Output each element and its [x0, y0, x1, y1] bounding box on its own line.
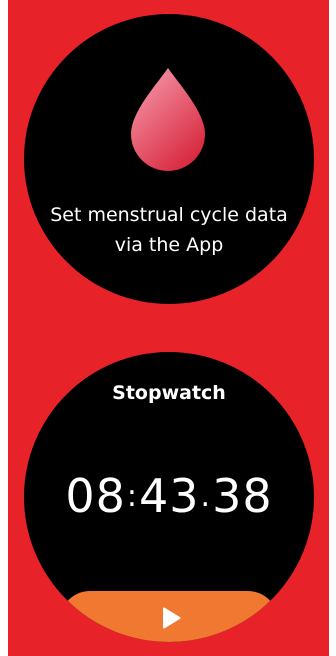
stopwatch-title: Stopwatch — [112, 382, 226, 404]
play-icon — [163, 607, 181, 629]
stopwatch-time: 08:43.38 — [24, 468, 314, 525]
cycle-instruction-line-2: via the App — [114, 234, 224, 256]
stopwatch-separator-dot: . — [200, 479, 212, 514]
stopwatch-seconds: 43 — [139, 469, 200, 523]
stopwatch-separator-colon: : — [126, 479, 138, 514]
stopwatch-hundredths: 38 — [212, 469, 273, 523]
stopwatch-watch-face: Stopwatch 08:43.38 — [24, 352, 314, 642]
drop-icon — [131, 68, 205, 171]
start-stopwatch-button[interactable] — [60, 591, 278, 642]
cycle-instruction-text: Set menstrual cycle data via the App — [24, 200, 314, 260]
stopwatch-minutes: 08 — [65, 469, 126, 523]
cycle-instruction-line-1: Set menstrual cycle data — [50, 204, 288, 226]
background-panel: Set menstrual cycle data via the App Sto… — [8, 0, 329, 656]
menstrual-cycle-watch-face: Set menstrual cycle data via the App — [24, 14, 314, 304]
